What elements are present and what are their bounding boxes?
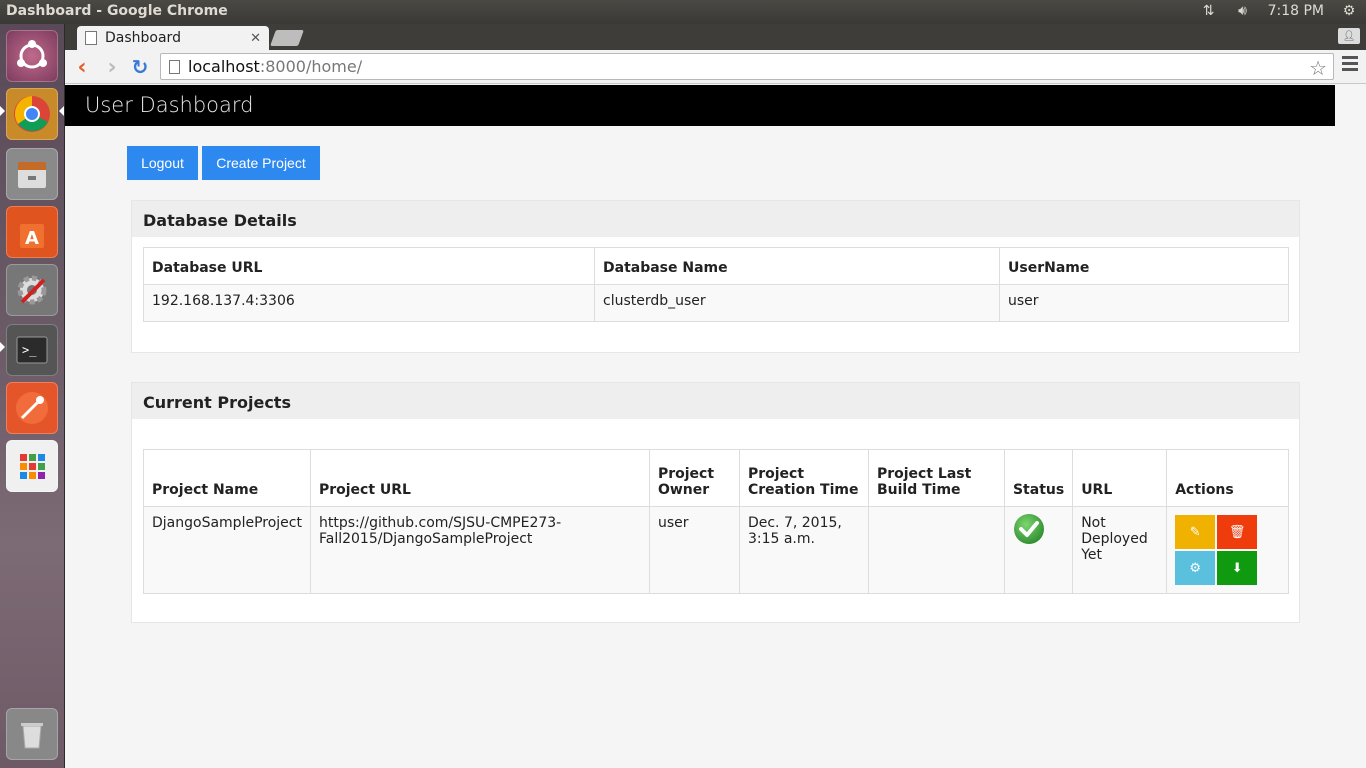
postman-launcher-icon[interactable] [6,382,58,434]
download-icon: ⬇ [1231,560,1243,576]
col-last-build-time: Project Last Build Time [867,449,1005,507]
projects-table: Project Name Project URL Project Owner Pr… [143,449,1289,594]
chrome-launcher-icon[interactable] [6,88,58,140]
database-details-panel: Database Details Database URL Database N… [131,200,1300,353]
settings-button[interactable]: ⚙ [1175,551,1216,585]
files-launcher-icon[interactable] [6,148,58,200]
trash-launcher-icon[interactable] [6,708,58,760]
terminal-launcher-icon[interactable]: >_ [6,324,58,376]
bookmark-star-icon[interactable]: ☆ [1309,56,1327,80]
launcher: A >_ [0,24,65,768]
deploy-url-value: Not Deployed Yet [1072,506,1168,594]
col-database-name: Database Name [594,247,1000,285]
project-owner-value: user [648,506,740,594]
edit-icon: ✎ [1189,524,1201,540]
col-actions: Actions [1166,449,1289,507]
menu-icon[interactable] [1342,56,1358,76]
reload-icon[interactable]: ↻ [129,55,151,79]
col-username: UserName [999,247,1289,285]
username-value: user [999,284,1289,322]
create-project-button[interactable]: Create Project [202,146,320,180]
dash-home-icon[interactable] [6,30,58,82]
browser-window: Dashboard ✕ 👤︎ ‹ › ↻ localhost:8000/home… [65,24,1366,768]
url-path: :8000/home/ [259,57,363,76]
profile-icon[interactable]: 👤︎ [1338,28,1360,44]
trash-icon: 🗑︎ [1228,524,1246,540]
gear-icon: ⚙ [1189,560,1202,576]
page-info-icon[interactable] [169,59,180,74]
forward-icon[interactable]: › [101,55,123,80]
creation-time-value: Dec. 7, 2015, 3:15 a.m. [738,506,869,594]
close-tab-icon[interactable]: ✕ [250,31,261,46]
software-center-icon[interactable]: A [6,206,58,258]
system-gear-icon[interactable]: ⚙ [1340,2,1358,20]
address-bar[interactable]: localhost:8000/home/ ☆ [160,53,1334,80]
last-build-time-value [867,506,1005,594]
volume-icon[interactable]: 🔊︎ [1234,2,1252,20]
new-tab-button[interactable] [270,30,304,46]
apps-launcher-icon[interactable] [6,440,58,492]
svg-text:>_: >_ [22,343,37,357]
network-icon[interactable]: ⇅ [1200,2,1218,20]
delete-button[interactable]: 🗑︎ [1217,515,1258,549]
indicators: ⇅ 🔊︎ 7:18 PM ⚙ [1200,2,1358,20]
clock[interactable]: 7:18 PM [1268,3,1324,19]
current-projects-panel: Current Projects Project Name Project UR… [131,382,1300,623]
col-project-url: Project URL [309,449,650,507]
database-url-value: 192.168.137.4:3306 [143,284,595,322]
tab-dashboard[interactable]: Dashboard ✕ [77,26,269,50]
project-url-value[interactable]: https://github.com/SJSU-CMPE273- Fall2015… [309,506,650,594]
database-name-value: clusterdb_user [594,284,1000,322]
database-table: Database URL Database Name UserName 192.… [143,247,1289,322]
col-creation-time: Project Creation Time [738,449,869,507]
col-status: Status [1003,449,1074,507]
col-project-name: Project Name [143,449,311,507]
back-icon[interactable]: ‹ [71,55,93,80]
tab-title: Dashboard [105,30,181,46]
page-icon [85,31,97,45]
check-circle-icon [1013,514,1044,544]
edit-button[interactable]: ✎ [1175,515,1216,549]
app-header: User Dashboard [65,85,1335,126]
url-host: localhost [188,57,260,76]
browser-toolbar: ‹ › ↻ localhost:8000/home/ ☆ [65,50,1366,84]
table-row: 192.168.137.4:3306 clusterdb_user user [143,284,1289,322]
app-title: User Dashboard [85,93,254,117]
download-button[interactable]: ⬇ [1217,551,1258,585]
col-deploy-url: URL [1072,449,1168,507]
actions-cell: ✎ 🗑︎ ⚙ ⬇ [1166,506,1289,594]
col-project-owner: Project Owner [648,449,740,507]
tab-strip: Dashboard ✕ 👤︎ [65,24,1366,50]
project-name-value: DjangoSampleProject [143,506,311,594]
current-projects-heading: Current Projects [132,383,1299,419]
page-content: User Dashboard Logout Create Project Dat… [65,85,1366,768]
status-cell [1003,506,1074,594]
database-details-heading: Database Details [132,201,1299,237]
logout-button[interactable]: Logout [127,146,198,180]
os-top-panel: Dashboard - Google Chrome ⇅ 🔊︎ 7:18 PM ⚙ [0,0,1366,24]
table-row: DjangoSampleProject https://github.com/S… [143,506,1289,594]
svg-text:A: A [25,228,39,249]
window-title: Dashboard - Google Chrome [6,3,228,19]
system-settings-icon[interactable] [6,264,58,316]
col-database-url: Database URL [143,247,595,285]
